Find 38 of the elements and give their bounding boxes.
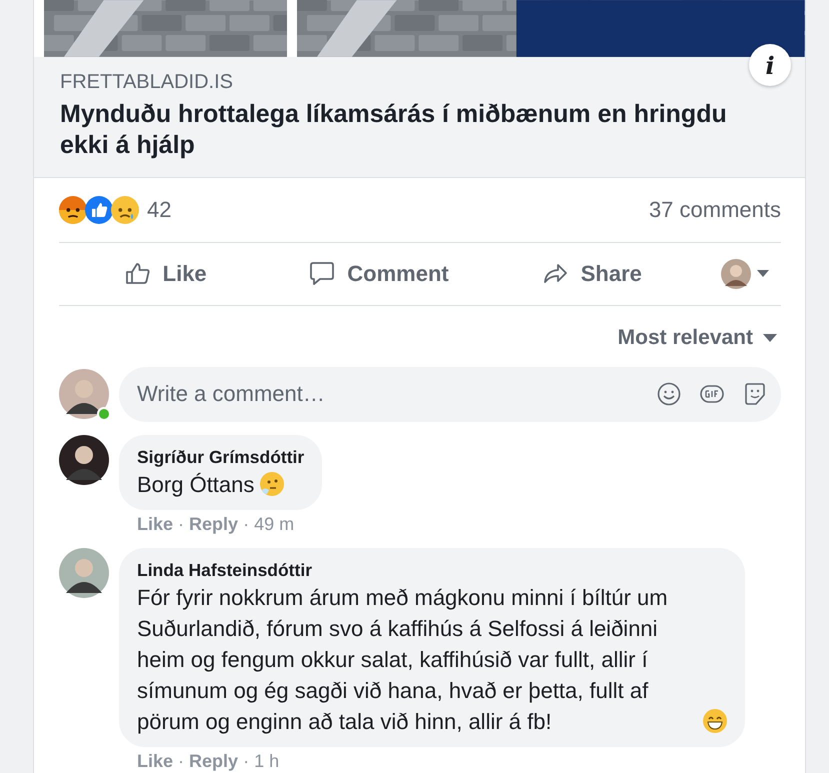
article-title[interactable]: Mynduðu hrottalega líkamsárás í miðbænum en hringdu ekki á hjálp xyxy=(60,99,775,161)
comment-action-link[interactable]: Reply xyxy=(189,751,238,772)
link-domain: FRETTABLADID.IS xyxy=(60,71,234,93)
separator-dot: · xyxy=(178,514,184,535)
comment-field[interactable]: Write a comment… xyxy=(119,366,781,422)
sticker-icon xyxy=(743,382,767,406)
thumbs-up-icon xyxy=(124,261,151,287)
comment-action-link[interactable]: Like xyxy=(137,751,174,772)
avatar xyxy=(720,259,751,289)
author-name[interactable]: Linda Hafsteinsdóttir xyxy=(137,559,727,582)
comment-action-link[interactable]: Like xyxy=(137,514,174,535)
grinning-emoji-icon xyxy=(703,709,727,733)
sad-emoji-icon xyxy=(111,196,139,224)
reaction-count[interactable]: 42 xyxy=(147,197,172,223)
avatar xyxy=(59,548,109,598)
share-button[interactable]: Share xyxy=(486,253,699,295)
timestamp[interactable]: 1 h xyxy=(254,751,280,772)
avatar xyxy=(59,435,109,485)
speech-bubble-icon xyxy=(309,261,336,287)
comment-action-link[interactable]: Reply xyxy=(189,514,238,535)
caret-icon xyxy=(763,334,777,342)
like-icon xyxy=(85,196,113,224)
sort-dropdown[interactable]: Most relevant xyxy=(618,326,781,350)
smiley-icon xyxy=(657,382,681,406)
avatar xyxy=(59,369,109,419)
comment-count[interactable]: 37 comments xyxy=(648,197,781,223)
comment-text: Fór fyrir nokkrum árum með mágkonu minni í bíltúr um Suðurlandið, fórum svo á kaffihús á Selfossi á leiðinni heim og fengum okkur salat, kaffihúsið var fullt, allir í símunum og ég sagði við hana, hvað er þetta, fullt af pörum og enginn að tala við hinn, allir á fb! xyxy=(137,584,669,736)
separator-dot: · xyxy=(178,751,184,772)
like-button[interactable]: Like xyxy=(59,253,272,295)
thinking-emoji-icon xyxy=(260,472,284,496)
caret-icon xyxy=(756,270,769,278)
angry-emoji-icon xyxy=(59,196,87,224)
comment-button[interactable]: Comment xyxy=(272,253,486,295)
timestamp[interactable]: 49 m xyxy=(254,514,294,535)
author-name[interactable]: Sigríður Grímsdóttir xyxy=(137,446,304,469)
comment-text: Borg Óttans xyxy=(137,471,254,499)
separator-dot: · xyxy=(243,751,250,772)
separator-dot: · xyxy=(243,514,250,535)
